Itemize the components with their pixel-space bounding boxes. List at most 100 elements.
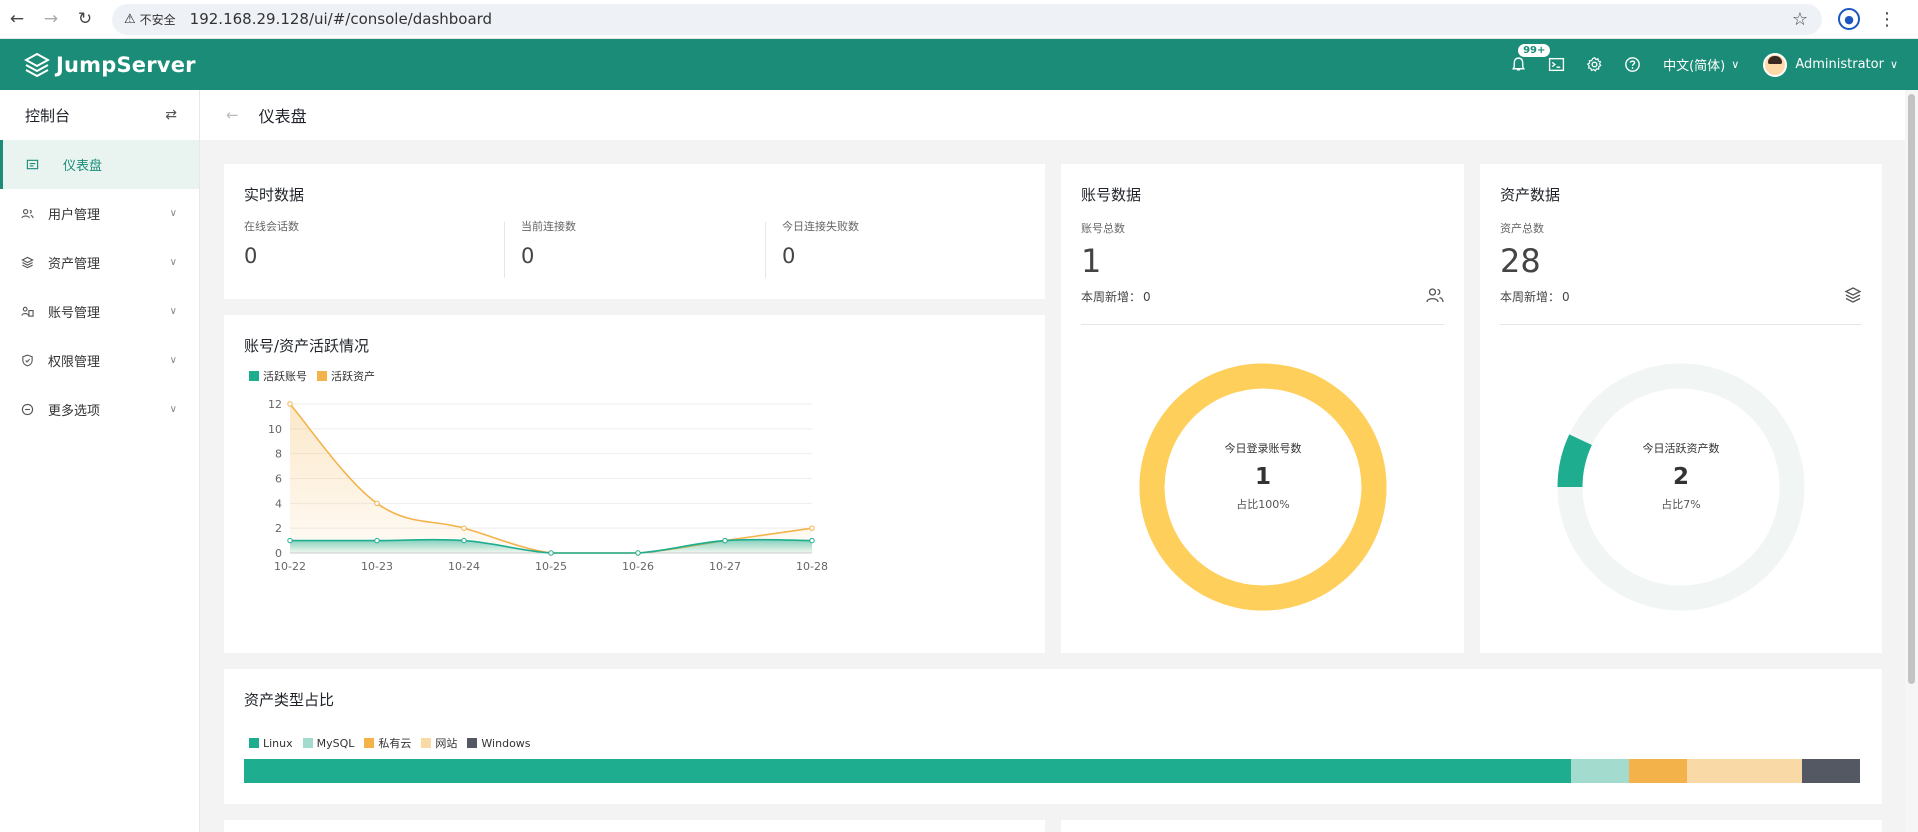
donut-value: 1 <box>1254 464 1271 490</box>
legend-item[interactable]: Windows <box>467 737 531 750</box>
page-header: ← 仪表盘 <box>200 90 1905 140</box>
shield-icon <box>20 354 34 368</box>
help-icon[interactable] <box>1613 39 1651 90</box>
stack-icon <box>1844 287 1862 303</box>
legend-swatch <box>249 738 259 748</box>
terminal-icon[interactable] <box>1537 39 1575 90</box>
x-tick-label: 10-24 <box>448 560 480 573</box>
bar-segment[interactable] <box>1570 759 1629 783</box>
lower-left-card <box>224 820 1045 832</box>
back-icon[interactable]: ← <box>0 4 34 34</box>
data-point[interactable] <box>374 500 380 507</box>
sidebar-item-more[interactable]: 更多选项 ∨ <box>0 385 199 434</box>
y-tick-label: 2 <box>275 522 282 535</box>
data-point[interactable] <box>461 525 467 531</box>
asset-total-label: 资产总数 <box>1500 222 1544 235</box>
vertical-scrollbar[interactable] <box>1905 90 1918 832</box>
donut-ratio: 占比100% <box>1236 498 1290 511</box>
browser-menu-icon[interactable]: ⋮ <box>1878 9 1896 30</box>
data-point[interactable] <box>287 401 293 407</box>
stack-icon <box>20 256 34 270</box>
asset-stats-card: 资产数据 资产总数 28 本周新增： 0 今日活跃资产数 2 占比7% <box>1480 164 1882 653</box>
bar-segment[interactable] <box>1628 759 1688 783</box>
activity-chart: 0 2 4 6 8 10 12 10-22 10-23 10-24 10-25 10-26 10-27 1… <box>268 398 828 573</box>
legend-label: MySQL <box>316 736 355 750</box>
bar-segment[interactable] <box>1802 759 1861 783</box>
legend-item[interactable]: MySQL <box>302 736 355 750</box>
data-point[interactable] <box>635 550 641 556</box>
week-label: 本周新增： <box>1081 290 1142 304</box>
bar-segment[interactable] <box>1687 759 1803 783</box>
lower-right-card <box>1061 820 1882 832</box>
logo-icon <box>24 52 50 77</box>
url-text[interactable]: 192.168.29.128/ui/#/console/dashboard <box>190 10 492 28</box>
legend-item[interactable]: 网站 <box>421 735 457 751</box>
bookmark-star-icon[interactable]: ☆ <box>1792 9 1808 30</box>
account-week-new: 本周新增： 0 <box>1081 288 1151 305</box>
bar-segment[interactable] <box>244 759 1571 783</box>
user-menu[interactable]: Administrator ∨ <box>1763 52 1898 77</box>
divider <box>765 222 766 278</box>
week-label: 本周新增： <box>1500 290 1561 304</box>
legend-item[interactable]: Linux <box>249 737 293 750</box>
data-point[interactable] <box>548 550 554 556</box>
data-point[interactable] <box>374 537 380 544</box>
asset-donut-center: 今日活跃资产数 2 占比7% <box>1581 440 1781 512</box>
y-tick-label: 8 <box>275 448 282 461</box>
accounts-icon <box>20 305 34 319</box>
warning-icon[interactable]: ⚠ <box>124 12 136 27</box>
data-point[interactable] <box>809 537 815 544</box>
settings-gear-icon[interactable] <box>1575 39 1613 90</box>
legend-swatch <box>364 738 375 748</box>
data-point[interactable] <box>287 537 293 544</box>
scrollbar-thumb[interactable] <box>1908 94 1915 684</box>
sidebar-title: 控制台 <box>25 106 71 125</box>
donut-segment[interactable] <box>1557 434 1593 488</box>
data-point[interactable] <box>461 537 467 544</box>
sidebar-item-permissions[interactable]: 权限管理 ∨ <box>0 336 199 385</box>
forward-icon[interactable]: → <box>34 4 68 34</box>
account-stats-title: 账号数据 <box>1081 186 1142 204</box>
logo[interactable]: JumpServer <box>24 52 196 78</box>
switch-view-icon[interactable]: ⇄ <box>165 107 177 123</box>
back-arrow-icon[interactable]: ← <box>226 106 239 124</box>
legend-label: 私有云 <box>378 737 412 750</box>
x-tick-label: 10-27 <box>709 560 741 573</box>
username: Administrator <box>1795 57 1884 72</box>
legend-item[interactable]: 私有云 <box>364 735 411 751</box>
notification-bell-icon[interactable]: 99+ <box>1499 39 1552 90</box>
realtime-card: 实时数据 在线会话数 0 当前连接数 0 今日连接失败数 0 <box>224 164 1045 299</box>
sidebar-item-assets[interactable]: 资产管理 ∨ <box>0 238 199 287</box>
avatar <box>1763 52 1788 77</box>
language-label: 中文(简体) <box>1663 59 1726 74</box>
divider <box>1081 324 1444 325</box>
y-tick-label: 4 <box>275 497 282 510</box>
x-tick-label: 10-22 <box>274 560 306 573</box>
metric-value: 0 <box>782 244 796 268</box>
divider <box>1500 324 1862 325</box>
profile-icon[interactable]: ● <box>1838 8 1860 30</box>
week-value: 0 <box>1143 290 1151 304</box>
sidebar-item-users[interactable]: 用户管理 ∨ <box>0 189 199 238</box>
reload-icon[interactable]: ↻ <box>68 4 102 34</box>
chevron-down-icon: ∨ <box>169 208 177 219</box>
more-icon <box>20 403 34 417</box>
data-point[interactable] <box>722 537 728 544</box>
asset-types-card: 资产类型占比 Linux MySQL 私有云 网站 Windows <box>224 669 1882 804</box>
address-bar[interactable]: ⚠ 不安全 192.168.29.128/ui/#/console/dashbo… <box>112 3 1822 35</box>
sidebar-item-label: 账号管理 <box>48 306 101 321</box>
account-total: 1 <box>1081 242 1102 280</box>
y-tick-label: 12 <box>268 398 282 411</box>
sidebar-item-dashboard[interactable]: 仪表盘 <box>0 140 199 189</box>
data-point[interactable] <box>809 525 815 531</box>
chevron-down-icon: ∨ <box>1731 58 1740 71</box>
donut-label: 今日活跃资产数 <box>1642 442 1720 455</box>
y-tick-label: 6 <box>275 473 282 486</box>
activity-card: 账号/资产活跃情况 活跃账号 活跃资产 0 2 4 6 8 10 12 10-22 10-23 1… <box>224 315 1045 653</box>
sidebar-item-accounts[interactable]: 账号管理 ∨ <box>0 287 199 336</box>
insecure-label[interactable]: 不安全 <box>140 11 176 28</box>
sidebar: 控制台 ⇄ 仪表盘 用户管理 ∨ 资产管理 ∨ 账号管理 ∨ 权限管理 ∨ 更多… <box>0 90 200 832</box>
sidebar-item-label: 仪表盘 <box>63 159 103 174</box>
donut-label: 今日登录账号数 <box>1224 442 1302 455</box>
language-selector[interactable]: 中文(简体) ∨ <box>1663 55 1739 74</box>
